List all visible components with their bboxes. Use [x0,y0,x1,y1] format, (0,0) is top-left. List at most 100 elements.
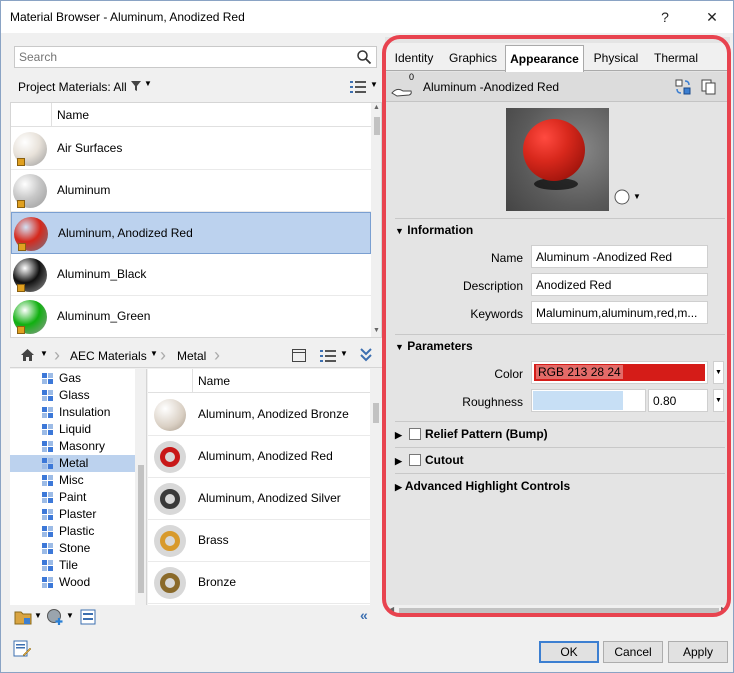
cutout-section[interactable]: ▶ Cutout [395,453,464,467]
project-list-scrollbar[interactable]: ▲ ▼ [371,103,381,337]
information-section[interactable]: ▼ Information [395,223,473,237]
library-material-row[interactable]: Bronze [148,562,370,604]
description-field[interactable]: Anodized Red [531,273,708,296]
help-button[interactable]: ? [651,5,679,29]
category-item[interactable]: Stone [10,540,135,557]
category-item[interactable]: Masonry [10,438,135,455]
material-name: Aluminum, Anodized Red [58,226,193,240]
roughness-dropdown-button[interactable]: ▼ [713,389,724,412]
library-menu-dropdown-icon[interactable]: ▼ [34,611,42,620]
color-field[interactable]: RGB 213 28 24 [531,361,708,384]
category-item[interactable]: Liquid [10,421,135,438]
roughness-slider[interactable] [531,389,646,412]
breadcrumb-library[interactable]: AEC Materials [70,349,147,363]
in-use-icon [18,243,26,251]
library-name-column-header[interactable]: Name [198,374,230,388]
material-row[interactable]: Aluminum_Green [11,296,371,337]
category-item[interactable]: Wood [10,574,135,591]
tab-graphics[interactable]: Graphics [443,51,503,71]
category-icon [42,526,53,537]
category-item[interactable]: Misc [10,472,135,489]
cutout-checkbox[interactable] [409,454,421,466]
home-dropdown-icon[interactable]: ▼ [40,349,48,358]
library-material-name: Aluminum, Anodized Red [198,449,333,463]
view-dropdown-icon[interactable]: ▼ [370,80,378,89]
parameters-section[interactable]: ▼ Parameters [395,339,473,353]
hand-share-icon [391,88,412,97]
name-field[interactable]: Aluminum -Anodized Red [531,245,708,268]
library-view-options-icon[interactable] [320,349,336,363]
library-material-row[interactable]: Aluminum, Anodized Silver [148,478,370,520]
filter-dropdown-icon[interactable]: ▼ [144,79,152,88]
material-name: Aluminum_Green [57,309,151,323]
keywords-label: Keywords [470,307,523,321]
tab-physical[interactable]: Physical [587,51,645,71]
name-column-header[interactable]: Name [57,108,89,122]
material-row[interactable]: Aluminum_Black [11,254,371,296]
category-item[interactable]: Glass [10,387,135,404]
preview-options-icon[interactable] [614,189,630,205]
library-material-row[interactable]: Brass [148,520,370,562]
tab-identity[interactable]: Identity [387,51,441,71]
collapse-left-pane-icon[interactable]: « [360,607,368,623]
color-dropdown-button[interactable]: ▼ [713,361,724,384]
cancel-button[interactable]: Cancel [603,641,663,663]
editor-tabs: Identity Graphics Appearance Physical Th… [385,43,730,72]
material-row[interactable]: Air Surfaces [11,128,371,170]
keywords-field[interactable]: Maluminum,aluminum,red,m... [531,301,708,324]
editor-horizontal-scrollbar[interactable]: ◀ ▶ [385,605,730,617]
category-label: Metal [59,456,89,470]
search-input[interactable] [15,47,345,67]
view-options-icon[interactable] [350,80,366,94]
tab-thermal[interactable]: Thermal [647,51,705,71]
material-swatch [13,132,47,166]
advanced-highlight-section[interactable]: ▶ Advanced Highlight Controls [395,479,570,493]
roughness-field[interactable]: 0.80 [648,389,708,412]
material-browser-window: Material Browser - Aluminum, Anodized Re… [0,0,734,673]
collapse-icon[interactable] [360,348,372,362]
library-list-scrollbar[interactable] [370,369,382,605]
apply-button[interactable]: Apply [668,641,728,663]
preview-options-dropdown-icon[interactable]: ▼ [633,192,641,201]
category-item[interactable]: Plastic [10,523,135,540]
create-material-dropdown-icon[interactable]: ▼ [66,611,74,620]
breadcrumb-category[interactable]: Metal [177,349,206,363]
category-item[interactable]: Plaster [10,506,135,523]
library-material-row[interactable]: Aluminum, Anodized Bronze [148,394,370,436]
material-swatch [13,258,47,292]
library-view-dropdown-icon[interactable]: ▼ [340,349,348,358]
document-edit-icon[interactable] [12,639,32,659]
category-icon [42,475,53,486]
material-row[interactable]: Aluminum [11,170,371,212]
category-item[interactable]: Gas [10,370,135,387]
create-material-icon[interactable] [46,608,64,626]
category-icon [42,407,53,418]
category-item[interactable]: Paint [10,489,135,506]
library-material-swatch [154,399,186,431]
material-row[interactable]: Aluminum, Anodized Red [11,212,371,254]
category-label: Misc [59,473,84,487]
asset-browser-icon[interactable] [80,609,96,625]
filter-icon[interactable] [130,80,142,92]
close-button[interactable]: ✕ [698,5,726,29]
duplicate-asset-icon[interactable] [701,79,717,95]
home-icon[interactable] [20,348,35,362]
relief-pattern-checkbox[interactable] [409,428,421,440]
category-item[interactable]: Tile [10,557,135,574]
category-item[interactable]: Metal [10,455,135,472]
library-material-row[interactable]: Aluminum, Anodized Red [148,436,370,478]
library-dropdown-icon[interactable]: ▼ [150,349,158,358]
replace-asset-icon[interactable] [675,79,691,95]
library-material-name: Brass [198,533,229,547]
category-item[interactable]: Insulation [10,404,135,421]
library-folder-icon[interactable] [14,609,32,625]
panel-toggle-icon[interactable] [292,349,306,362]
search-icon[interactable] [356,49,372,65]
project-materials-label[interactable]: Project Materials: All [18,80,127,94]
relief-pattern-section[interactable]: ▶ Relief Pattern (Bump) [395,427,548,441]
relief-pattern-label: Relief Pattern (Bump) [425,427,548,441]
ok-button[interactable]: OK [539,641,599,663]
library-material-name: Aluminum, Anodized Bronze [198,407,349,421]
tab-appearance[interactable]: Appearance [505,45,584,72]
category-tree-scrollbar[interactable] [135,369,146,605]
